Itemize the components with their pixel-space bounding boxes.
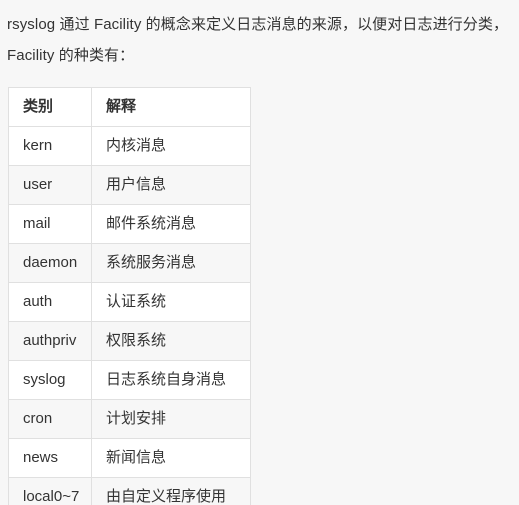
cell-category: news [8,438,92,478]
table-row: cron 计划安排 [8,399,251,439]
cell-description: 系统服务消息 [91,243,251,283]
cell-category: daemon [8,243,92,283]
cell-description: 计划安排 [91,399,251,439]
table-body: kern 内核消息 user 用户信息 mail 邮件系统消息 daemon 系… [8,126,251,505]
table-header: 类别 解释 [8,87,251,127]
table-row: kern 内核消息 [8,126,251,166]
table-row: user 用户信息 [8,165,251,205]
page-root: rsyslog 通过 Facility 的概念来定义日志消息的来源，以便对日志进… [0,0,519,505]
cell-category: auth [8,282,92,322]
intro-paragraph: rsyslog 通过 Facility 的概念来定义日志消息的来源，以便对日志进… [7,16,509,64]
cell-description: 日志系统自身消息 [91,360,251,400]
cell-description: 认证系统 [91,282,251,322]
cell-category: cron [8,399,92,439]
cell-category: mail [8,204,92,244]
table-row: auth 认证系统 [8,282,251,322]
facility-table-container: 类别 解释 kern 内核消息 user 用户信息 mail 邮件系统消息 da… [0,71,519,505]
table-row: daemon 系统服务消息 [8,243,251,283]
cell-description: 邮件系统消息 [91,204,251,244]
cell-description: 由自定义程序使用 [91,477,251,505]
table-row: authpriv 权限系统 [8,321,251,361]
table-header-row: 类别 解释 [8,87,251,127]
cell-description: 新闻信息 [91,438,251,478]
table-row: news 新闻信息 [8,438,251,478]
cell-description: 内核消息 [91,126,251,166]
cell-description: 用户信息 [91,165,251,205]
cell-category: syslog [8,360,92,400]
cell-category: kern [8,126,92,166]
cell-category: authpriv [8,321,92,361]
column-header-description: 解释 [91,87,251,127]
table-row: local0~7 由自定义程序使用 [8,477,251,505]
cell-category: user [8,165,92,205]
table-row: mail 邮件系统消息 [8,204,251,244]
facility-table: 类别 解释 kern 内核消息 user 用户信息 mail 邮件系统消息 da… [8,87,251,505]
table-row: syslog 日志系统自身消息 [8,360,251,400]
cell-description: 权限系统 [91,321,251,361]
cell-category: local0~7 [8,477,92,505]
column-header-category: 类别 [8,87,92,127]
